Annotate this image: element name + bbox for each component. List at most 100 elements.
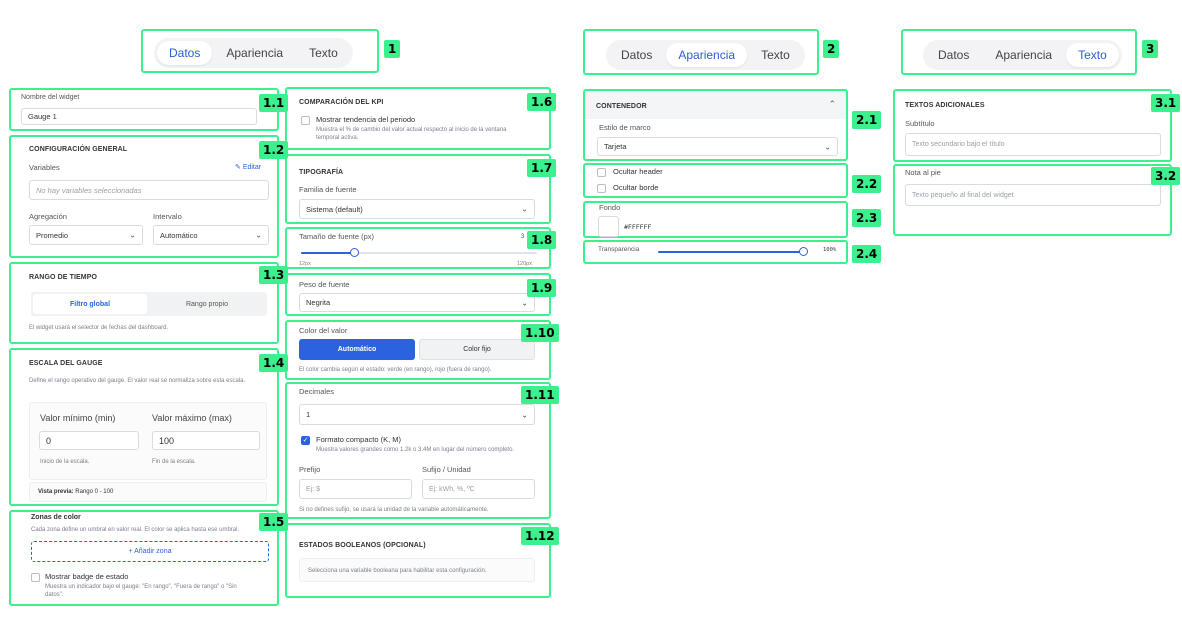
tab-bar-texto: Datos Apariencia Texto bbox=[923, 40, 1122, 70]
container-title: CONTENEDOR bbox=[596, 103, 647, 110]
hide-header-label: Ocultar header bbox=[613, 167, 663, 176]
subtitle-label: Subtítulo bbox=[905, 119, 935, 128]
hide-border-label: Ocultar borde bbox=[613, 183, 659, 192]
tab-apariencia[interactable]: Apariencia bbox=[983, 43, 1064, 67]
chevron-down-icon: ⌄ bbox=[129, 230, 136, 240]
chevron-down-icon: ⌄ bbox=[521, 204, 528, 214]
auto-color-button[interactable]: Automático bbox=[299, 339, 415, 360]
background-label: Fondo bbox=[599, 203, 621, 212]
aggregation-select[interactable]: Promedio ⌄ bbox=[29, 225, 143, 245]
tab-texto[interactable]: Texto bbox=[297, 41, 350, 65]
max-input[interactable]: 100 bbox=[152, 431, 260, 450]
badge-1-11: 1.11 bbox=[521, 386, 559, 404]
suffix-note: Si no defines sufijo, se usará la unidad… bbox=[299, 507, 489, 513]
preview-card: Vista previa: Rango 0 - 100 bbox=[29, 482, 267, 502]
highlight-3-2: Nota al pie Texto pequeño al final del w… bbox=[893, 164, 1172, 236]
frame-style-select[interactable]: Tarjeta ⌄ bbox=[597, 137, 838, 156]
highlight-1-12: ESTADOS BOOLEANOS (OPCIONAL) Selecciona … bbox=[285, 523, 551, 598]
boolean-states-title: ESTADOS BOOLEANOS (OPCIONAL) bbox=[299, 542, 426, 549]
badge-1-5: 1.5 bbox=[259, 513, 289, 531]
decimals-select[interactable]: 1 ⌄ bbox=[299, 404, 535, 425]
preview-label: Vista previa: bbox=[38, 489, 74, 495]
font-weight-select[interactable]: Negrita ⌄ bbox=[299, 293, 535, 312]
badge-3-1: 3.1 bbox=[1151, 94, 1181, 112]
badge-2-1: 2.1 bbox=[852, 111, 882, 129]
badge-state-description: Muestra un indicador bajo el gauge: "En … bbox=[45, 584, 237, 598]
highlight-1-5: Zonas de color Cada zona define un umbra… bbox=[9, 510, 279, 606]
value-color-label: Color del valor bbox=[299, 326, 348, 335]
font-family-select[interactable]: Sistema (default) ⌄ bbox=[299, 199, 535, 219]
chevron-up-icon[interactable]: ⌃ bbox=[828, 99, 836, 110]
edit-variables-button[interactable]: ✎ Editar bbox=[235, 163, 261, 171]
value-color-note: El color cambia según el estado: verde (… bbox=[299, 367, 492, 373]
badge-1-12: 1.12 bbox=[521, 527, 559, 545]
footer-note-input[interactable]: Texto pequeño al final del widget bbox=[905, 184, 1161, 206]
tab-datos[interactable]: Datos bbox=[609, 43, 664, 67]
max-label: Valor máximo (max) bbox=[152, 413, 232, 423]
background-color-value[interactable]: #FFFFFF bbox=[624, 223, 651, 231]
subtitle-input[interactable]: Texto secundario bajo el título bbox=[905, 133, 1161, 156]
time-range-toggle: Filtro global Rango propio bbox=[31, 292, 267, 316]
background-color-swatch[interactable] bbox=[598, 216, 619, 237]
font-size-slider-thumb[interactable] bbox=[350, 248, 360, 257]
min-label: Valor mínimo (min) bbox=[40, 413, 116, 423]
decimals-label: Decimales bbox=[299, 387, 335, 396]
min-input[interactable]: 0 bbox=[39, 431, 139, 450]
boolean-states-card: Selecciona una variable booleana para ha… bbox=[299, 558, 535, 582]
gauge-scale-description: Define el rango operativo del gauge. El … bbox=[29, 378, 246, 384]
trend-checkbox[interactable] bbox=[301, 116, 310, 125]
font-size-min: 12px bbox=[299, 261, 311, 267]
compact-format-checkbox[interactable]: ✓ bbox=[301, 436, 310, 445]
hide-header-checkbox[interactable] bbox=[597, 168, 606, 177]
font-size-max: 120px bbox=[517, 261, 532, 267]
highlight-3-1: TEXTOS ADICIONALES Subtítulo Texto secun… bbox=[893, 89, 1172, 162]
tab-texto[interactable]: Texto bbox=[749, 43, 802, 67]
fixed-color-button[interactable]: Color fijo bbox=[419, 339, 535, 360]
font-family-value: Sistema (default) bbox=[306, 204, 363, 214]
badge-3-2: 3.2 bbox=[1151, 167, 1181, 185]
kpi-compare-title: COMPARACIÓN DEL KPI bbox=[299, 99, 384, 106]
interval-select[interactable]: Automático ⌄ bbox=[153, 225, 269, 245]
variables-field[interactable]: No hay variables seleccionadas bbox=[29, 180, 269, 200]
transparency-value: 100% bbox=[823, 247, 837, 253]
hide-border-checkbox[interactable] bbox=[597, 184, 606, 193]
compact-format-description: Muestra valores grandes como 1.2k o 3.4M… bbox=[316, 447, 515, 453]
font-weight-label: Peso de fuente bbox=[299, 280, 350, 289]
font-weight-value: Negrita bbox=[306, 298, 331, 307]
chevron-down-icon: ⌄ bbox=[255, 230, 262, 240]
suffix-input[interactable]: Ej: kWh, %, ºC bbox=[422, 479, 535, 499]
edit-label: Editar bbox=[242, 164, 262, 171]
badge-state-checkbox[interactable] bbox=[31, 573, 40, 582]
highlight-1-3: RANGO DE TIEMPO Filtro global Rango prop… bbox=[9, 262, 279, 344]
chevron-down-icon: ⌄ bbox=[521, 298, 528, 307]
highlight-1-9: Peso de fuente Negrita ⌄ bbox=[285, 273, 551, 316]
frame-style-value: Tarjeta bbox=[604, 142, 627, 151]
transparency-slider-fill bbox=[658, 251, 804, 253]
highlight-2-1: CONTENEDOR ⌃ Estilo de marco Tarjeta ⌄ bbox=[583, 89, 848, 161]
badge-2: 2 bbox=[823, 40, 840, 58]
gauge-scale-title: ESCALA DEL GAUGE bbox=[29, 360, 103, 367]
aggregation-value: Promedio bbox=[36, 230, 69, 240]
widget-name-label: Nombre del widget bbox=[21, 94, 80, 101]
tab-apariencia[interactable]: Apariencia bbox=[214, 41, 295, 65]
option-global-filter[interactable]: Filtro global bbox=[33, 294, 147, 314]
container-header[interactable]: CONTENEDOR ⌃ bbox=[585, 91, 846, 119]
badge-1-7: 1.7 bbox=[527, 159, 557, 177]
font-size-value: 3 bbox=[521, 234, 525, 240]
prefix-input[interactable]: Ej: $ bbox=[299, 479, 412, 499]
interval-label: Intervalo bbox=[153, 212, 182, 221]
tab-datos[interactable]: Datos bbox=[157, 41, 213, 65]
tab-apariencia[interactable]: Apariencia bbox=[666, 43, 748, 67]
highlight-1-2: CONFIGURACIÓN GENERAL Variables ✎ Editar… bbox=[9, 135, 279, 258]
transparency-slider-thumb[interactable] bbox=[799, 247, 808, 256]
tab-bar-apariencia: Datos Apariencia Texto bbox=[606, 40, 805, 70]
add-zone-button[interactable]: + Añadir zona bbox=[31, 541, 269, 562]
widget-name-input[interactable]: Gauge 1 bbox=[21, 108, 257, 125]
tab-texto[interactable]: Texto bbox=[1066, 43, 1119, 67]
tab-datos[interactable]: Datos bbox=[926, 43, 981, 67]
option-own-range[interactable]: Rango propio bbox=[149, 294, 265, 314]
min-max-card: Valor mínimo (min) Valor máximo (max) 0 … bbox=[29, 402, 267, 480]
typography-title: TIPOGRAFÍA bbox=[299, 169, 344, 176]
footer-note-label: Nota al pie bbox=[905, 168, 941, 177]
badge-1-9: 1.9 bbox=[527, 279, 557, 297]
